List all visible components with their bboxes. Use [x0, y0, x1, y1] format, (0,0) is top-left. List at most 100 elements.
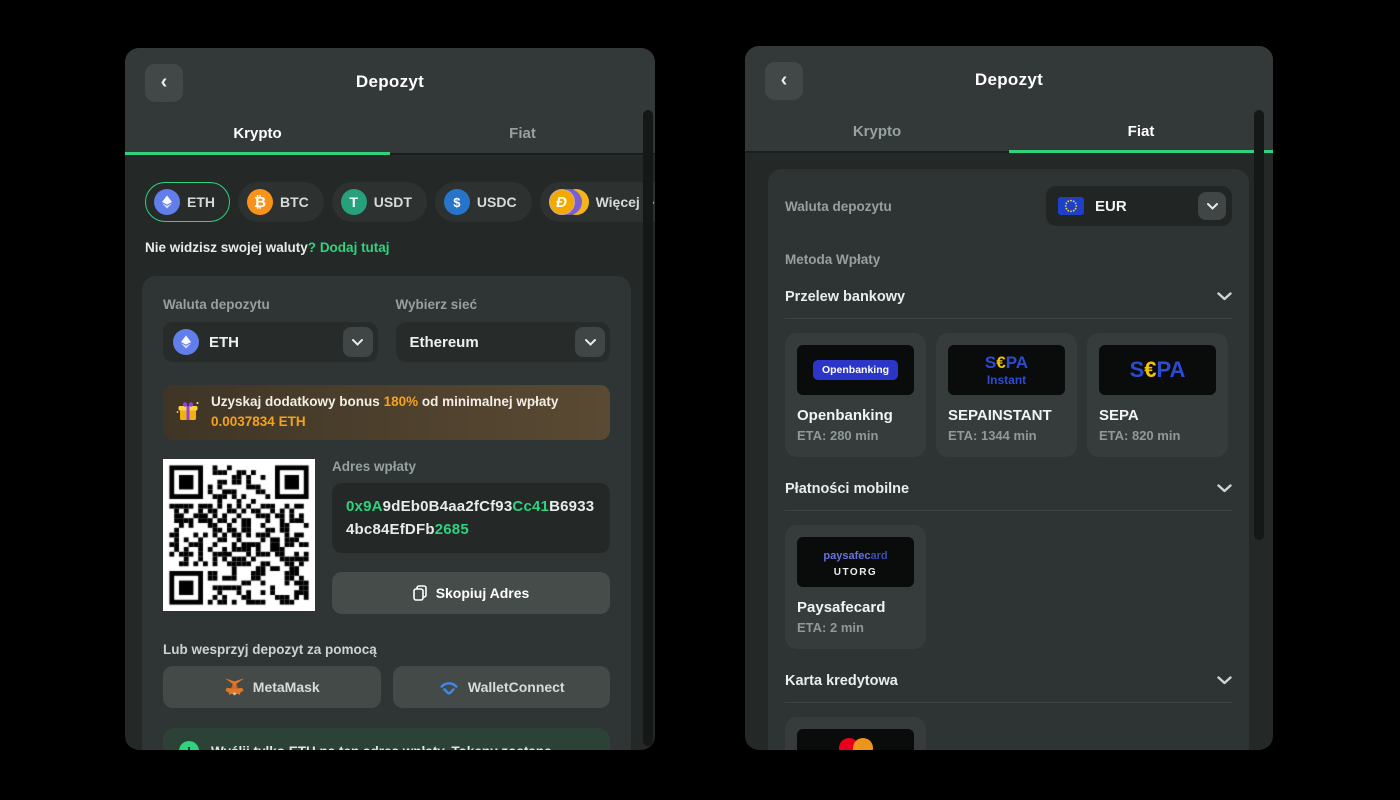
wallet-button-label: WalletConnect: [468, 679, 565, 695]
payment-logo-paysafecard: paysafecardUTORG: [797, 537, 914, 587]
eth-only-notice: ! Wyślij tylko ETH na ten adres wpłaty. …: [163, 728, 610, 750]
chevron-down-icon[interactable]: [343, 327, 373, 357]
accordion-header-2[interactable]: Karta kredytowa: [785, 659, 1232, 703]
copy-address-button[interactable]: Skopiuj Adres: [332, 572, 610, 614]
doge-icon: Đ: [549, 189, 575, 215]
currency-chip-row: ETH₿BTCTUSDT$USDCĐWięcej›: [145, 182, 631, 222]
walletconnect-button[interactable]: WalletConnect: [393, 666, 611, 708]
sepa-logo-text: S€PA: [1130, 359, 1186, 381]
bonus-percent: 180%: [384, 394, 419, 409]
currency-chip-btc[interactable]: ₿ BTC: [238, 182, 324, 222]
openbanking-logo-text: Openbanking: [813, 360, 898, 380]
payment-method-card-card[interactable]: VISA: [785, 717, 926, 750]
active-tab-indicator: [125, 152, 390, 155]
network-select-label: Wybierz sieć: [396, 297, 611, 312]
note-question-mark: ?: [308, 240, 316, 255]
chip-label: ETH: [187, 194, 215, 210]
bonus-banner: Uzyskaj dodatkowy bonus 180% od minimaln…: [163, 385, 610, 440]
payment-method-card-sepa[interactable]: S€PASEPAETA: 820 min: [1087, 333, 1228, 457]
network-select-value: Ethereum: [406, 334, 566, 351]
currency-select-label: Waluta depozytu: [785, 199, 892, 214]
currency-chip-usdt[interactable]: T USDT: [332, 182, 427, 222]
accordion-header-0[interactable]: Przelew bankowy: [785, 275, 1232, 319]
payment-method-grid: OpenbankingOpenbankingETA: 280 minS€PAIn…: [785, 333, 1232, 457]
tab-krypto[interactable]: Krypto: [125, 113, 390, 153]
chevron-down-icon[interactable]: [1198, 192, 1226, 220]
chevron-down-icon: [1217, 676, 1232, 685]
more-coins-icon: Đ: [549, 189, 589, 215]
method-label: Metoda Wpłaty: [785, 252, 1232, 267]
chip-label: BTC: [280, 194, 309, 210]
payment-logo-sepa: S€PA: [1099, 345, 1216, 395]
payment-sections: Przelew bankowyOpenbankingOpenbankingETA…: [785, 275, 1232, 750]
scrollbar[interactable]: [643, 110, 653, 746]
accordion-header-1[interactable]: Płatności mobilne: [785, 467, 1232, 511]
euro-glyph: €: [996, 353, 1005, 372]
btc-icon: ₿: [247, 189, 273, 215]
chip-label: Więcej: [596, 194, 640, 210]
eth-icon: [173, 329, 199, 355]
tab-fiat[interactable]: Fiat: [1009, 111, 1273, 151]
payment-method-card-paysafecard[interactable]: paysafecardUTORG Paysafecard ETA: 2 min: [785, 525, 926, 649]
modal-header: ‹ Depozyt Krypto Fiat: [125, 48, 655, 155]
bonus-text: Uzyskaj dodatkowy bonus 180% od minimaln…: [211, 392, 558, 433]
payment-logo-card: VISA: [797, 729, 914, 750]
mastercard-icon: [839, 738, 873, 751]
fiat-currency-value: EUR: [1095, 198, 1187, 215]
walletconnect-icon: [438, 680, 460, 695]
chip-label: USDT: [374, 194, 412, 210]
usdc-icon: $: [444, 189, 470, 215]
deposit-modal-fiat: ‹ Depozyt Krypto Fiat Waluta depozytu EU…: [745, 46, 1273, 750]
currency-select[interactable]: ETH: [163, 322, 378, 362]
wallets-label: Lub wesprzyj depozyt za pomocą: [163, 642, 610, 657]
fiat-card: Waluta depozytu EUR Metoda Wpłaty Przele…: [768, 169, 1249, 750]
accordion-title: Karta kredytowa: [785, 673, 898, 689]
chevron-down-icon: [1217, 484, 1232, 493]
notice-text: Wyślij tylko ETH na ten adres wpłaty. To…: [211, 744, 552, 751]
tab-bar: Krypto Fiat: [125, 113, 655, 153]
modal-title: Depozyt: [125, 72, 655, 92]
add-currency-link[interactable]: Dodaj tutaj: [320, 240, 390, 255]
wallet-buttons: MetaMask WalletConnect: [163, 666, 610, 708]
note-text: Nie widzisz swojej waluty: [145, 240, 308, 255]
currency-chip-eth[interactable]: ETH: [145, 182, 230, 222]
currency-chip-usdc[interactable]: $ USDC: [435, 182, 532, 222]
currency-chip-więcej[interactable]: ĐWięcej›: [540, 182, 655, 222]
tab-fiat[interactable]: Fiat: [390, 113, 655, 153]
accordion-title: Przelew bankowy: [785, 289, 905, 305]
usdt-icon: T: [341, 189, 367, 215]
payment-method-eta: ETA: 2 min: [797, 620, 914, 635]
payment-method-name: SEPA: [1099, 407, 1216, 424]
metamask-button[interactable]: MetaMask: [163, 666, 381, 708]
payment-method-grid: VISA: [785, 717, 1232, 750]
copy-icon: [413, 585, 427, 601]
payment-method-card-openbanking[interactable]: OpenbankingOpenbankingETA: 280 min: [785, 333, 926, 457]
eu-flag-icon: [1058, 197, 1084, 215]
deposit-card: Waluta depozytu ETH Wybierz sieć: [142, 276, 631, 750]
paysafecard-logo-text: paysafecard: [823, 546, 887, 564]
deposit-modal-crypto: ‹ Depozyt Krypto Fiat ETH ₿ BTC T USDT $ USDC Đ…: [125, 48, 655, 750]
payment-method-card-sepainstant[interactable]: S€PAInstantSEPAINSTANTETA: 1344 min: [936, 333, 1077, 457]
scrollbar[interactable]: [1254, 110, 1264, 540]
crypto-tab-content: ETH₿BTCTUSDT$USDCĐWięcej› Nie widzisz sw…: [125, 182, 655, 750]
payment-method-eta: ETA: 280 min: [797, 428, 914, 443]
copy-button-label: Skopiuj Adres: [436, 585, 530, 601]
chevron-down-icon[interactable]: [575, 327, 605, 357]
qr-code: [163, 459, 315, 611]
accordion-title: Płatności mobilne: [785, 481, 909, 497]
payment-method-grid: paysafecardUTORG Paysafecard ETA: 2 min: [785, 525, 1232, 649]
payment-method-name: Paysafecard: [797, 599, 914, 616]
payment-method-name: SEPAINSTANT: [948, 407, 1065, 424]
eth-icon: [154, 189, 180, 215]
euro-glyph: €: [1144, 357, 1156, 382]
tab-krypto[interactable]: Krypto: [745, 111, 1009, 151]
chip-label: USDC: [477, 194, 517, 210]
payment-logo-sepa-instant: S€PAInstant: [948, 345, 1065, 395]
fiat-currency-select[interactable]: EUR: [1046, 186, 1232, 226]
payment-logo-openbanking: Openbanking: [797, 345, 914, 395]
currency-select-label: Waluta depozytu: [163, 297, 378, 312]
bonus-amount: 0.0037834 ETH: [211, 414, 306, 429]
address-label: Adres wpłaty: [332, 459, 610, 474]
deposit-address[interactable]: 0x9A9dEb0B4aa2fCf93Cc41B69334bc84EfDFb26…: [332, 483, 610, 554]
network-select[interactable]: Ethereum: [396, 322, 611, 362]
